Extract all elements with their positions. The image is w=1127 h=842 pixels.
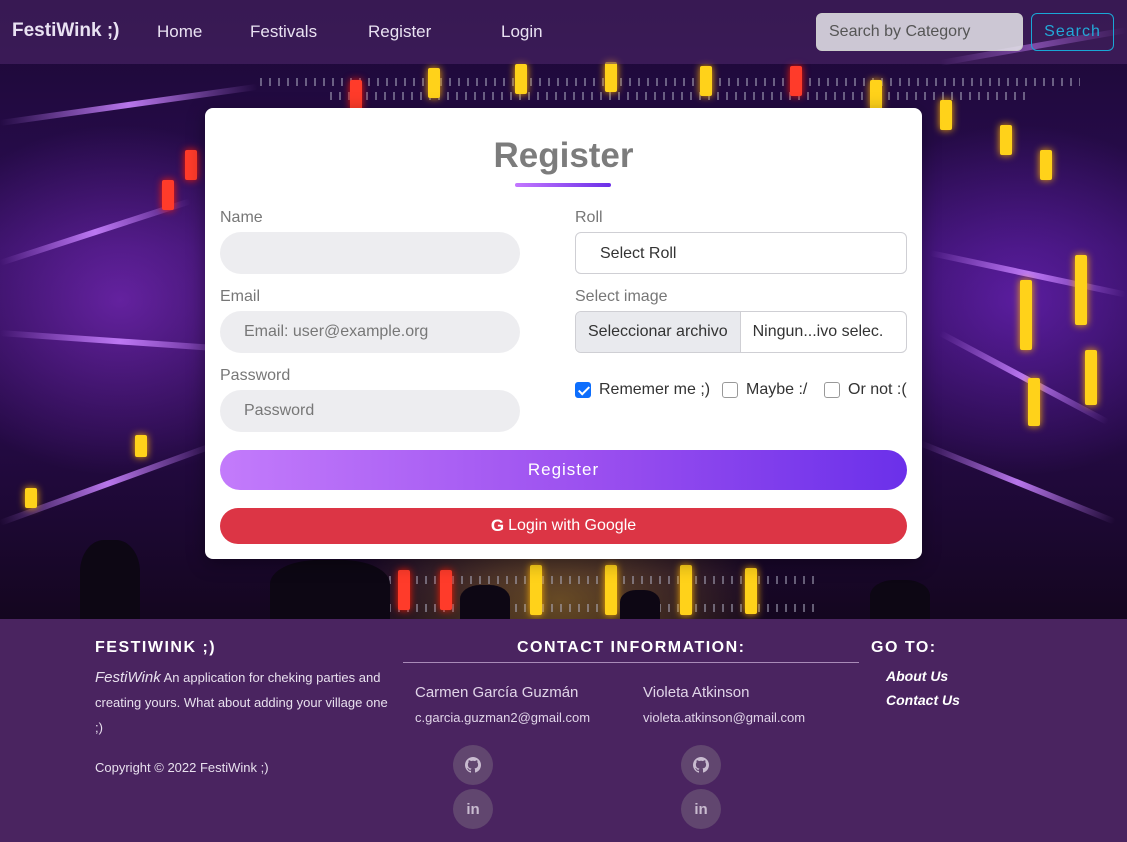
checkbox-or-not-box[interactable] — [824, 382, 840, 398]
roll-select[interactable]: Select Roll — [575, 232, 907, 274]
checkbox-remember-box[interactable] — [575, 382, 591, 398]
search-input[interactable] — [816, 13, 1023, 51]
search-button[interactable]: Search — [1031, 13, 1114, 51]
goto-heading: GO TO: — [871, 639, 937, 656]
github-icon[interactable] — [453, 745, 493, 785]
copyright: Copyright © 2022 FestiWink ;) — [95, 760, 269, 775]
contact-name: Violeta Atkinson — [643, 684, 750, 701]
email-field[interactable] — [220, 311, 520, 353]
checkbox-maybe-box[interactable] — [722, 382, 738, 398]
footer-link-about-us[interactable]: About Us — [886, 668, 948, 684]
email-label: Email — [220, 288, 261, 305]
password-field[interactable] — [220, 390, 520, 432]
password-label: Password — [220, 367, 291, 384]
footer-brand-name: FestiWink — [95, 669, 161, 686]
nav-link-festivals[interactable]: Festivals — [250, 22, 317, 42]
register-card: Register Name Email Password Roll Select… — [205, 108, 922, 559]
page-title: Register — [493, 136, 634, 175]
contact-divider — [403, 662, 859, 663]
choose-file-button[interactable]: Seleccionar archivo — [576, 312, 741, 352]
github-icon[interactable] — [681, 745, 721, 785]
nav-link-login[interactable]: Login — [501, 22, 543, 42]
google-login-label: Login with Google — [508, 517, 637, 534]
google-login-button[interactable]: G Login with Google — [220, 508, 907, 544]
checkbox-or-not-label: Or not :( — [848, 381, 907, 398]
title-underline — [515, 183, 611, 187]
google-icon: G — [490, 516, 505, 535]
contact-email[interactable]: violeta.atkinson@gmail.com — [643, 710, 805, 725]
footer: FESTIWINK ;) FestiWink An application fo… — [0, 619, 1127, 842]
footer-description: FestiWink An application for cheking par… — [95, 665, 395, 740]
register-button[interactable]: Register — [220, 450, 907, 490]
navbar: FestiWink ;) Home Festivals Register Log… — [0, 0, 1127, 64]
checkbox-maybe-label: Maybe :/ — [746, 381, 808, 398]
nav-link-register[interactable]: Register — [368, 22, 431, 42]
brand-logo[interactable]: FestiWink ;) — [12, 20, 120, 42]
checkbox-or-not[interactable]: Or not :( — [824, 381, 907, 399]
linkedin-icon[interactable]: in — [453, 789, 493, 829]
name-field[interactable] — [220, 232, 520, 274]
checkbox-remember[interactable]: Rememer me ;) — [575, 381, 710, 399]
contact-heading: CONTACT INFORMATION: — [517, 639, 746, 656]
name-label: Name — [220, 209, 263, 226]
image-label: Select image — [575, 288, 668, 305]
contact-name: Carmen García Guzmán — [415, 684, 579, 701]
footer-link-contact-us[interactable]: Contact Us — [886, 692, 960, 708]
linkedin-icon[interactable]: in — [681, 789, 721, 829]
image-file-input[interactable]: Seleccionar archivo Ningun...ivo selec. — [575, 311, 907, 353]
roll-label: Roll — [575, 209, 603, 226]
nav-link-home[interactable]: Home — [157, 22, 202, 42]
checkbox-remember-label: Rememer me ;) — [599, 381, 711, 398]
contact-email[interactable]: c.garcia.guzman2@gmail.com — [415, 710, 590, 725]
file-name-text: Ningun...ivo selec. — [752, 323, 884, 340]
checkbox-maybe[interactable]: Maybe :/ — [722, 381, 807, 399]
footer-brand-heading: FESTIWINK ;) — [95, 639, 217, 656]
